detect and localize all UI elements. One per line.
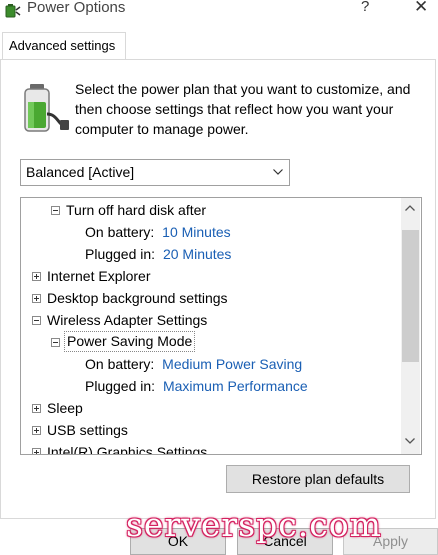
chevron-down-icon (273, 169, 283, 175)
intro-text: Select the power plan that you want to c… (75, 81, 411, 137)
power-plan-value: Balanced [Active] (26, 164, 135, 180)
setting-label: On battery: (85, 224, 155, 240)
tree-scrollbar[interactable] (401, 198, 420, 454)
setting-label: On battery: (85, 356, 155, 372)
expand-icon[interactable] (32, 448, 41, 454)
power-plan-select[interactable]: Balanced [Active] (20, 159, 290, 186)
setting-value[interactable]: Maximum Performance (163, 378, 308, 394)
chevron-down-icon[interactable] (405, 438, 415, 444)
collapse-icon[interactable] (51, 338, 60, 347)
window-title: Power Options (27, 0, 126, 16)
chevron-up-icon[interactable] (405, 205, 415, 211)
battery-icon (24, 84, 69, 132)
close-button[interactable]: ✕ (414, 0, 428, 17)
tree-item-power-saving-mode[interactable]: Power Saving Mode (51, 331, 231, 353)
tree-item-wifi-on-battery[interactable]: On battery: Medium Power Saving (85, 353, 405, 375)
restore-plan-defaults-button[interactable]: Restore plan defaults (226, 465, 410, 493)
tree-item-hdd-on-battery[interactable]: On battery: 10 Minutes (85, 221, 405, 243)
tab-advanced-settings[interactable]: Advanced settings (2, 32, 126, 59)
battery-plug-icon (5, 4, 21, 18)
expand-icon[interactable] (32, 404, 41, 413)
scroll-thumb[interactable] (402, 230, 419, 362)
expand-icon[interactable] (32, 272, 41, 281)
title-bar: Power Options ? ✕ (0, 0, 438, 22)
tree-item-hdd-plugged-in[interactable]: Plugged in: 20 Minutes (85, 243, 405, 265)
collapse-icon[interactable] (32, 316, 41, 325)
setting-label: Plugged in: (85, 378, 156, 394)
collapse-icon[interactable] (51, 206, 60, 215)
expand-icon[interactable] (32, 294, 41, 303)
setting-value[interactable]: 10 Minutes (162, 224, 230, 240)
setting-value[interactable]: 20 Minutes (163, 246, 231, 262)
tab-strip: Advanced settings (0, 32, 438, 60)
setting-label: Plugged in: (85, 246, 156, 262)
watermark: serverspc.com (126, 505, 382, 544)
help-button[interactable]: ? (361, 0, 369, 15)
settings-tree[interactable]: Turn off hard disk after On battery: 10 … (20, 197, 422, 455)
expand-icon[interactable] (32, 426, 41, 435)
setting-value[interactable]: Medium Power Saving (162, 356, 302, 372)
tree-item-wifi-plugged-in[interactable]: Plugged in: Maximum Performance (85, 375, 405, 397)
